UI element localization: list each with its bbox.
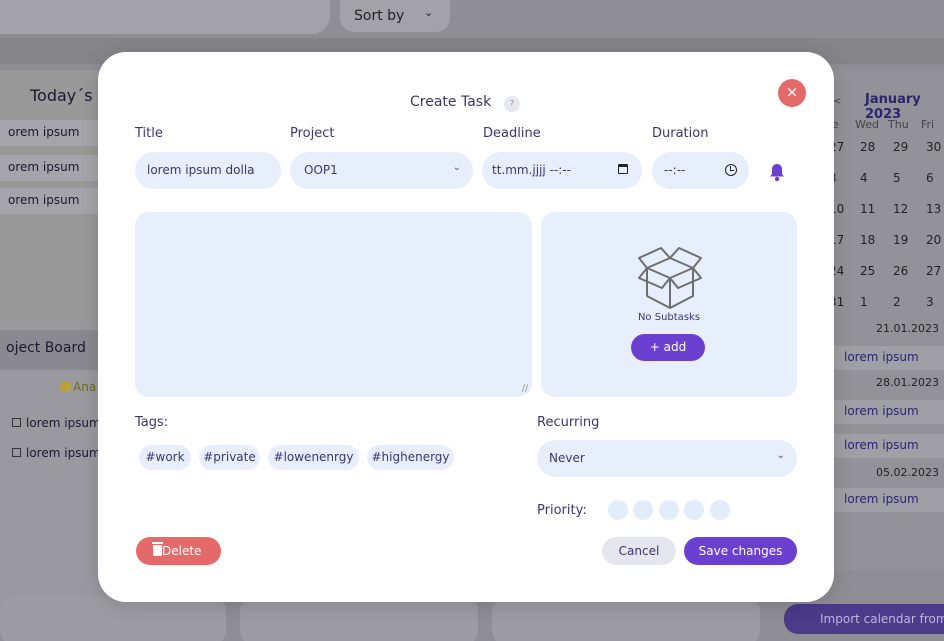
dialog-title: Create Task (410, 94, 492, 110)
calendar-prev-icon: < (833, 96, 842, 107)
tag-chip[interactable]: #highenergy (367, 445, 454, 470)
calendar-day: 20 (926, 233, 942, 247)
calendar-day: 27 (926, 264, 942, 278)
priority-label: Priority: (537, 503, 587, 518)
project-select-value: OOP1 (304, 163, 338, 177)
calendar-day: 2 (893, 295, 901, 309)
empty-box-icon (638, 247, 702, 309)
calendar-day: 26 (893, 264, 909, 278)
delete-button[interactable]: Delete (136, 537, 221, 565)
calendar-weekday: Thu (888, 118, 909, 131)
cancel-button[interactable]: Cancel (602, 537, 676, 565)
calendar-day: 25 (860, 264, 876, 278)
import-calendar-button: Import calendar from (784, 604, 944, 634)
calendar-day: 28 (860, 140, 876, 154)
help-icon[interactable]: ? (504, 96, 520, 112)
checkbox-icon (12, 418, 21, 427)
subtasks-panel: No Subtasks + add (541, 212, 797, 397)
save-changes-button[interactable]: Save changes (684, 537, 797, 565)
sort-by-label: Sort by (354, 8, 405, 24)
today-task-row: orem ipsum (0, 188, 110, 214)
agenda-event: 1lorem ipsum (820, 400, 944, 424)
tag-chip[interactable]: #lowenenrgy (268, 445, 359, 470)
background-search-bar (0, 0, 330, 34)
no-subtasks-text: No Subtasks (637, 312, 701, 323)
calendar-day: 4 (860, 171, 868, 185)
duration-placeholder: --:-- (664, 163, 686, 177)
bell-icon[interactable] (768, 163, 786, 182)
description-textarea[interactable]: ∕∕ (135, 212, 532, 397)
background-card (240, 596, 478, 641)
calendar-icon[interactable] (618, 164, 628, 174)
project-board-column-label: Ana (73, 380, 97, 394)
priority-dot[interactable] (633, 500, 653, 520)
agenda-event-label: lorem ipsum (844, 492, 919, 506)
duration-label: Duration (652, 126, 709, 141)
calendar-day: 19 (893, 233, 909, 247)
project-board-item-label: lorem ipsum (26, 416, 101, 430)
title-label: Title (135, 126, 163, 141)
recurring-select[interactable]: Never ⌄ (537, 440, 797, 477)
calendar-day: 5 (893, 171, 901, 185)
agenda-event-label: lorem ipsum (844, 350, 919, 364)
calendar-weekday: Fri (921, 118, 935, 131)
create-task-dialog: Create Task ? × Title Project Deadline D… (98, 52, 834, 602)
agenda-event-label: lorem ipsum (844, 404, 919, 418)
agenda-event: 9lorem ipsum (820, 346, 944, 370)
chevron-down-icon: ⌄ (452, 162, 461, 173)
today-task-row: orem ipsum (0, 155, 110, 181)
calendar-day: 13 (926, 202, 942, 216)
duration-input[interactable]: --:-- (652, 152, 749, 189)
deadline-label: Deadline (483, 126, 541, 141)
recurring-label: Recurring (537, 415, 600, 430)
agenda-date: 05.02.2023 (876, 466, 939, 479)
chevron-down-icon: ⌄ (424, 6, 434, 19)
trash-icon (152, 542, 163, 556)
clock-icon[interactable] (725, 164, 737, 176)
agenda-date: 21.01.2023 (876, 322, 939, 335)
agenda-date: 28.01.2023 (876, 376, 939, 389)
sort-by-dropdown: Sort by ⌄ (340, 0, 450, 32)
calendar-day: 11 (860, 202, 876, 216)
project-select[interactable]: OOP1 ⌄ (290, 152, 473, 189)
agenda-event: 9lorem ipsum (820, 488, 944, 512)
status-dot-icon (60, 381, 71, 392)
delete-button-label: Delete (162, 544, 202, 558)
close-button[interactable]: × (778, 79, 806, 107)
project-board-item: lorem ipsum (12, 446, 101, 460)
calendar-day: 18 (860, 233, 876, 247)
calendar-day: 1 (860, 295, 868, 309)
calendar-day: 12 (893, 202, 909, 216)
calendar-day: 29 (893, 140, 909, 154)
calendar-day: 3 (926, 295, 934, 309)
calendar-day: 6 (926, 171, 934, 185)
project-board-column: Ana (60, 380, 96, 394)
project-board-title: oject Board (0, 330, 110, 370)
tags-label: Tags: (135, 415, 169, 430)
tag-chip[interactable]: #private (199, 445, 260, 470)
background-card (492, 596, 760, 641)
priority-dot[interactable] (710, 500, 730, 520)
calendar-weekday: Wed (855, 118, 879, 131)
checkbox-icon (12, 448, 21, 457)
title-input[interactable]: lorem ipsum dolla (135, 152, 281, 189)
add-subtask-button[interactable]: + add (631, 334, 705, 361)
priority-dot[interactable] (684, 500, 704, 520)
tag-chip[interactable]: #work (139, 445, 191, 470)
priority-dot[interactable] (608, 500, 628, 520)
project-board-item-label: lorem ipsum (26, 446, 101, 460)
today-task-row: orem ipsum (0, 120, 110, 146)
recurring-select-value: Never (549, 451, 585, 465)
agenda-event: 1lorem ipsum (820, 434, 944, 458)
agenda-event-label: lorem ipsum (844, 438, 919, 452)
background-card (0, 596, 226, 641)
resize-handle-icon[interactable]: ∕∕ (522, 384, 528, 394)
priority-dot[interactable] (659, 500, 679, 520)
deadline-placeholder: tt.mm.jjjj --:-- (492, 163, 571, 177)
project-board-item: lorem ipsum (12, 416, 101, 430)
calendar-day: 30 (926, 140, 942, 154)
deadline-input[interactable]: tt.mm.jjjj --:-- (482, 152, 642, 189)
project-label: Project (290, 126, 335, 141)
chevron-down-icon: ⌄ (776, 450, 785, 461)
